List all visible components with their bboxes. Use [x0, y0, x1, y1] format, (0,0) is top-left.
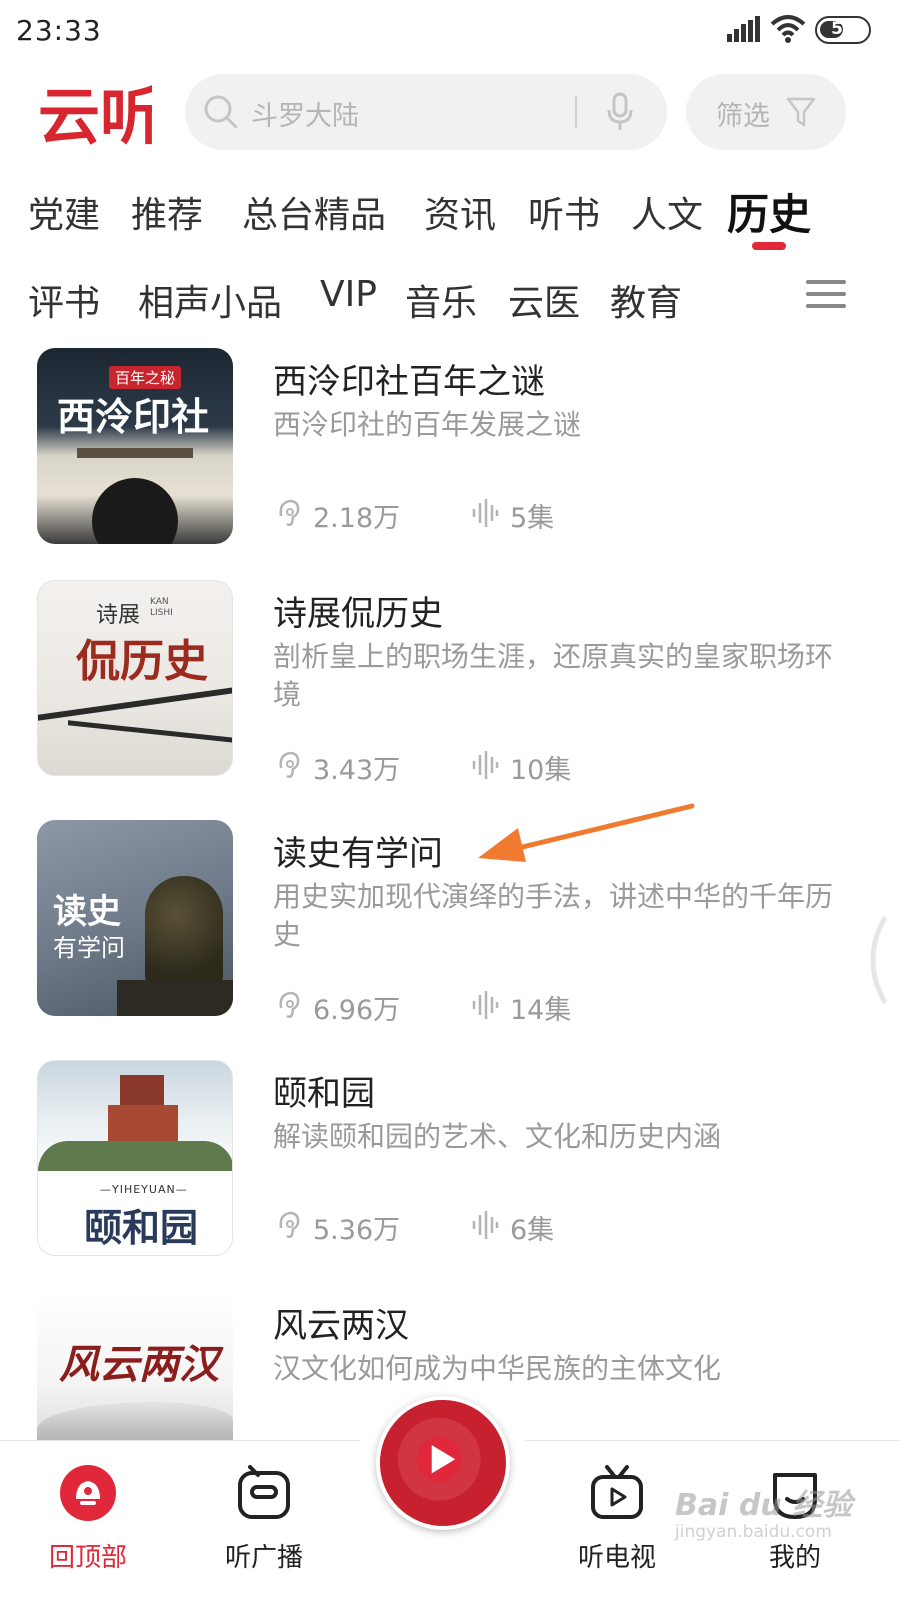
search-divider	[575, 96, 577, 128]
episode-count: 5集	[510, 503, 555, 534]
cover-image: 读史 有学问	[37, 820, 233, 1016]
tab-tingshu[interactable]: 听书	[528, 186, 600, 238]
list-item[interactable]: —YIHEYUAN— 颐和园 颐和园 解读颐和园的艺术、文化和历史内涵 5.36…	[0, 1052, 900, 1272]
item-title: 诗展侃历史	[273, 594, 443, 634]
item-title: 读史有学问	[273, 834, 443, 874]
cover-pinyin: —YIHEYUAN—	[100, 1183, 188, 1196]
funnel-icon	[786, 97, 816, 127]
tab-renwen[interactable]: 人文	[631, 186, 703, 238]
tab-lishi[interactable]: 历史	[727, 181, 811, 242]
list-item[interactable]: 百年之秘 西泠印社 西泠印社百年之谜 西泠印社的百年发展之谜 2.18万 5集	[0, 340, 900, 560]
item-description: 解读颐和园的艺术、文化和历史内涵	[273, 1120, 722, 1153]
tab-xiangsheng-xiaopin[interactable]: 相声小品	[138, 274, 282, 326]
tab-yunyi[interactable]: 云医	[508, 274, 580, 326]
tv-icon	[591, 1465, 643, 1519]
tab-zongtai-jingpin[interactable]: 总台精品	[242, 186, 386, 238]
play-count: 3.43万	[313, 755, 401, 786]
nav-radio[interactable]: 听广播	[199, 1459, 329, 1589]
tab-jiaoyu[interactable]: 教育	[610, 274, 682, 326]
play-disc-icon	[380, 1400, 499, 1519]
tab-tuijian[interactable]: 推荐	[131, 186, 203, 238]
audio-wave-icon	[472, 991, 499, 1019]
item-meta: 6.96万 14集	[273, 988, 773, 1026]
svg-text:云听: 云听	[38, 80, 152, 152]
now-playing-button[interactable]	[376, 1396, 510, 1530]
item-title: 西泠印社百年之谜	[273, 362, 545, 402]
wifi-icon	[770, 15, 806, 43]
item-description: 剖析皇上的职场生涯，还原真实的皇家职场环境	[273, 640, 834, 711]
tab-pingshu[interactable]: 评书	[28, 274, 100, 326]
secondary-tab-bar: 评书 相声小品 VIP 音乐 云医 教育	[0, 274, 900, 334]
primary-tab-bar: 党建 推荐 总台精品 资讯 听书 人文 历史	[0, 186, 900, 246]
cover-title: 风云两汉	[59, 1341, 219, 1388]
nav-label: 听电视	[577, 1543, 656, 1573]
search-placeholder: 斗罗大陆	[251, 101, 359, 132]
cover-image: 百年之秘 西泠印社	[37, 348, 233, 544]
cover-title: 西泠印社	[57, 394, 210, 439]
item-title: 颐和园	[273, 1074, 375, 1114]
episode-count: 10集	[510, 755, 572, 786]
battery-indicator: 51	[815, 16, 871, 44]
audio-wave-icon	[472, 751, 499, 779]
nav-tv[interactable]: 听电视	[552, 1459, 682, 1589]
list-item[interactable]: 读史 有学问 读史有学问 用史实加现代演绎的手法，讲述中华的千年历史 6.96万…	[0, 812, 900, 1032]
cover-image: —YIHEYUAN— 颐和园	[37, 1060, 233, 1256]
tab-dangjian[interactable]: 党建	[28, 186, 100, 238]
cover-image: 诗展 KAN LISHI 侃历史	[37, 580, 233, 776]
battery-level: 51	[831, 19, 855, 39]
tab-yinyue[interactable]: 音乐	[405, 274, 477, 326]
episode-count: 6集	[510, 1215, 555, 1246]
nav-label: 听广播	[224, 1543, 303, 1573]
nav-back-to-top[interactable]: 回顶部	[23, 1459, 153, 1589]
item-meta: 5.36万 6集	[273, 1208, 773, 1246]
search-input[interactable]: 斗罗大陆	[185, 74, 667, 150]
active-tab-indicator	[752, 242, 786, 250]
item-description: 用史实加现代演绎的手法，讲述中华的千年历史	[273, 880, 834, 951]
play-count: 5.36万	[313, 1215, 401, 1246]
audio-wave-icon	[472, 1211, 499, 1239]
item-meta: 2.18万 5集	[273, 496, 773, 534]
play-count: 6.96万	[313, 995, 401, 1026]
search-icon	[204, 95, 238, 129]
tab-zixun[interactable]: 资讯	[424, 186, 496, 238]
headphone-icon	[279, 751, 300, 779]
filter-label: 筛选	[716, 101, 770, 132]
headphone-icon	[279, 499, 300, 527]
status-bar: 23:33 51	[0, 0, 900, 62]
scroll-handle-icon[interactable]	[858, 915, 888, 1005]
item-description: 汉文化如何成为中华民族的主体文化	[273, 1352, 722, 1385]
nav-label: 回顶部	[48, 1543, 127, 1573]
menu-icon[interactable]	[806, 278, 846, 310]
back-to-top-icon	[60, 1465, 116, 1521]
cover-image: 风云两汉	[37, 1292, 233, 1448]
headphone-icon	[279, 991, 300, 1019]
list-item[interactable]: 诗展 KAN LISHI 侃历史 诗展侃历史 剖析皇上的职场生涯，还原真实的皇家…	[0, 572, 900, 792]
watermark-title: Bai du 经验	[675, 1488, 853, 1523]
item-meta: 3.43万 10集	[273, 748, 773, 786]
audio-wave-icon	[472, 499, 499, 527]
radio-icon	[238, 1465, 290, 1519]
play-count: 2.18万	[313, 503, 401, 534]
headphone-icon	[279, 1211, 300, 1239]
tab-vip[interactable]: VIP	[320, 274, 377, 315]
watermark-url: jingyan.baidu.com	[675, 1522, 832, 1542]
microphone-icon[interactable]	[605, 92, 635, 132]
cover-title: 侃历史	[76, 636, 208, 687]
item-description: 西泠印社的百年发展之谜	[273, 408, 582, 441]
app-logo[interactable]: 云听	[36, 70, 152, 152]
cover-subtitle: 有学问	[53, 934, 125, 962]
status-time: 23:33	[16, 14, 102, 47]
cover-title: 颐和园	[84, 1205, 199, 1250]
filter-button[interactable]: 筛选	[686, 74, 846, 150]
annotation-arrow-icon	[478, 803, 695, 862]
cover-title: 读史	[53, 892, 121, 932]
episode-count: 14集	[510, 995, 572, 1026]
signal-icon	[727, 16, 760, 42]
item-title: 风云两汉	[273, 1306, 409, 1346]
cover-pinyin: KAN LISHI	[150, 597, 173, 618]
watermark-logo: Bai du 经验 jingyan.baidu.com	[675, 1478, 855, 1548]
